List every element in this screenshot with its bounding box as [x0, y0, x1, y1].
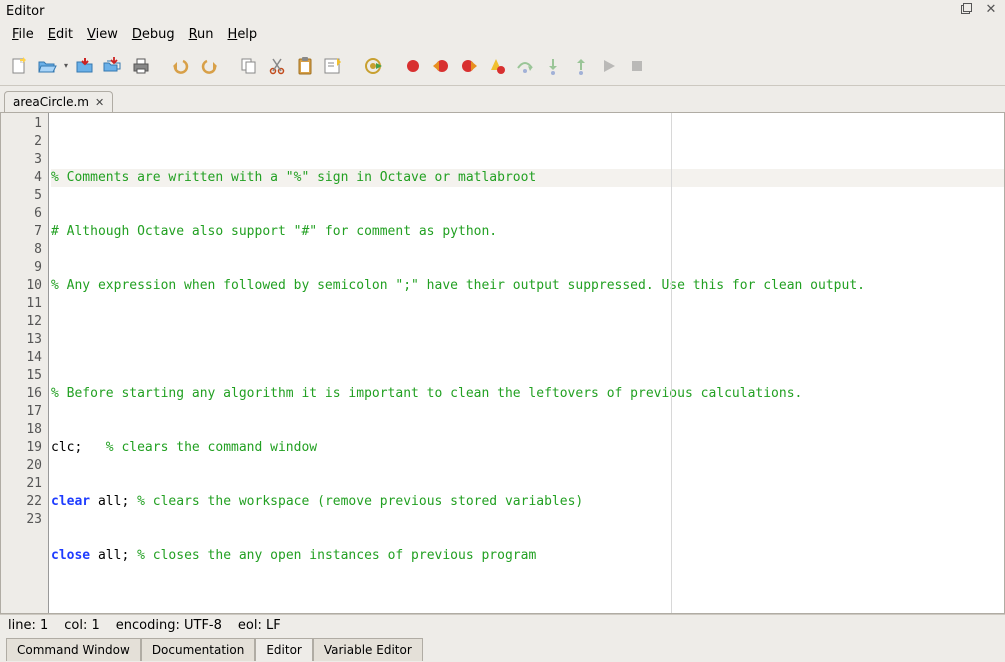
- open-dropdown-icon[interactable]: ▾: [62, 61, 70, 70]
- continue-icon[interactable]: [596, 53, 622, 79]
- line-gutter: 1234 5678 9101112 13141516 17181920 2122…: [1, 113, 49, 613]
- status-line: line: 1: [8, 618, 48, 633]
- stop-icon[interactable]: [624, 53, 650, 79]
- statusbar: line: 1 col: 1 encoding: UTF-8 eol: LF: [0, 614, 1005, 636]
- redo-icon[interactable]: [196, 53, 222, 79]
- editor-area[interactable]: 1234 5678 9101112 13141516 17181920 2122…: [0, 112, 1005, 614]
- copy-icon[interactable]: [236, 53, 262, 79]
- breakpoint-next-icon[interactable]: [456, 53, 482, 79]
- code-area[interactable]: % Comments are written with a "%" sign i…: [49, 113, 1004, 613]
- panel-tab-variable-editor[interactable]: Variable Editor: [313, 638, 423, 661]
- status-eol: eol: LF: [238, 618, 281, 633]
- breakpoint-prev-icon[interactable]: [428, 53, 454, 79]
- panel-tab-documentation[interactable]: Documentation: [141, 638, 256, 661]
- status-encoding: encoding: UTF-8: [116, 618, 222, 633]
- step-over-icon[interactable]: [512, 53, 538, 79]
- step-out-icon[interactable]: [568, 53, 594, 79]
- panel-tab-command[interactable]: Command Window: [6, 638, 141, 661]
- file-tab-close-icon[interactable]: ✕: [95, 96, 104, 109]
- breakpoint-icon[interactable]: [400, 53, 426, 79]
- window-title: Editor: [6, 4, 955, 19]
- breakpoint-clear-icon[interactable]: [484, 53, 510, 79]
- menu-view[interactable]: View: [81, 25, 124, 44]
- paste-icon[interactable]: [292, 53, 318, 79]
- step-into-icon[interactable]: [540, 53, 566, 79]
- save-all-icon[interactable]: [100, 53, 126, 79]
- run-settings-icon[interactable]: [360, 53, 386, 79]
- undo-icon[interactable]: [168, 53, 194, 79]
- print-icon[interactable]: [128, 53, 154, 79]
- toolbar: ▾: [0, 46, 1005, 86]
- titlebar: Editor ✕: [0, 0, 1005, 22]
- save-icon[interactable]: [72, 53, 98, 79]
- close-icon[interactable]: ✕: [983, 3, 999, 19]
- menu-run[interactable]: Run: [183, 25, 220, 44]
- new-file-icon[interactable]: [6, 53, 32, 79]
- panel-tab-editor[interactable]: Editor: [255, 638, 313, 661]
- cut-icon[interactable]: [264, 53, 290, 79]
- status-col: col: 1: [64, 618, 100, 633]
- restore-icon[interactable]: [961, 3, 977, 19]
- menu-file[interactable]: File: [6, 25, 40, 44]
- margin-rule: [671, 113, 672, 613]
- menu-edit[interactable]: Edit: [42, 25, 79, 44]
- find-replace-icon[interactable]: [320, 53, 346, 79]
- menubar: File Edit View Debug Run Help: [0, 22, 1005, 46]
- file-tabstrip: areaCircle.m ✕: [0, 86, 1005, 112]
- open-file-icon[interactable]: [34, 53, 60, 79]
- file-tab-label: areaCircle.m: [13, 95, 89, 109]
- menu-debug[interactable]: Debug: [126, 25, 181, 44]
- menu-help[interactable]: Help: [222, 25, 264, 44]
- panel-tabs: Command Window Documentation Editor Vari…: [0, 636, 1005, 662]
- file-tab[interactable]: areaCircle.m ✕: [4, 91, 113, 112]
